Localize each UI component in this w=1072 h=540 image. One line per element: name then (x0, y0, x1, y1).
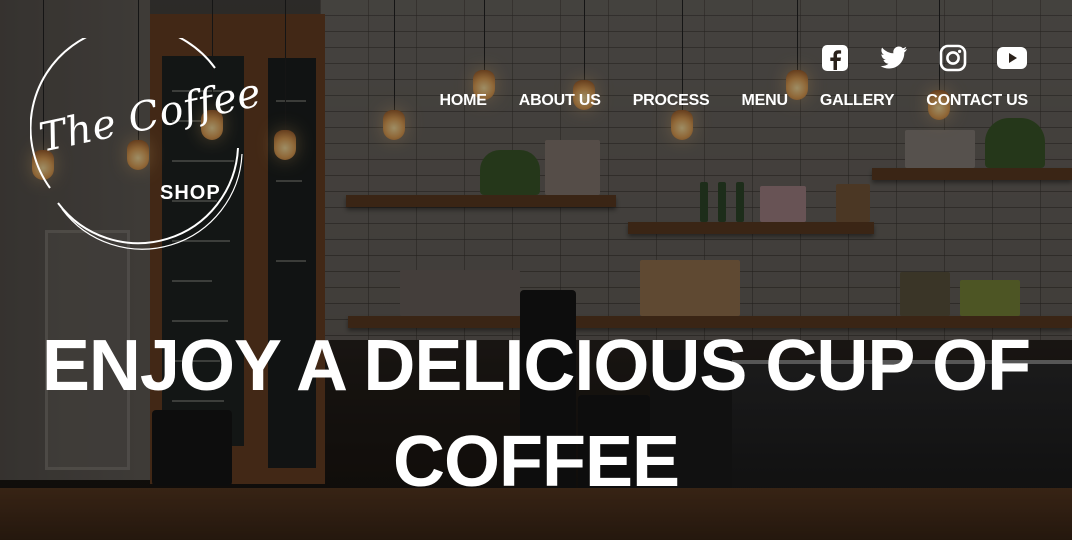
site-logo[interactable]: The Coffee SHOP (29, 25, 265, 260)
twitter-icon[interactable] (877, 42, 911, 74)
nav-gallery[interactable]: GALLERY (820, 92, 895, 110)
youtube-icon[interactable] (995, 42, 1029, 74)
facebook-icon[interactable] (818, 42, 852, 74)
nav-contact-us[interactable]: CONTACT US (926, 92, 1028, 110)
nav-menu[interactable]: MENU (742, 92, 789, 110)
hero-headline-line-1: ENJOY A DELICIOUS CUP OF (41, 326, 1031, 406)
nav-process[interactable]: PROCESS (633, 92, 710, 110)
nav-about-us[interactable]: ABOUT US (519, 92, 601, 110)
logo-subtitle: SHOP (160, 182, 221, 204)
main-nav: HOME ABOUT US PROCESS MENU GALLERY CONTA… (440, 92, 1029, 110)
social-links (818, 42, 1029, 74)
nav-home[interactable]: HOME (440, 92, 487, 110)
hero-headline: ENJOY A DELICIOUS CUP OF COFFEE (0, 318, 1072, 510)
instagram-icon[interactable] (936, 42, 970, 74)
hero-headline-line-2: COFFEE (392, 422, 680, 502)
